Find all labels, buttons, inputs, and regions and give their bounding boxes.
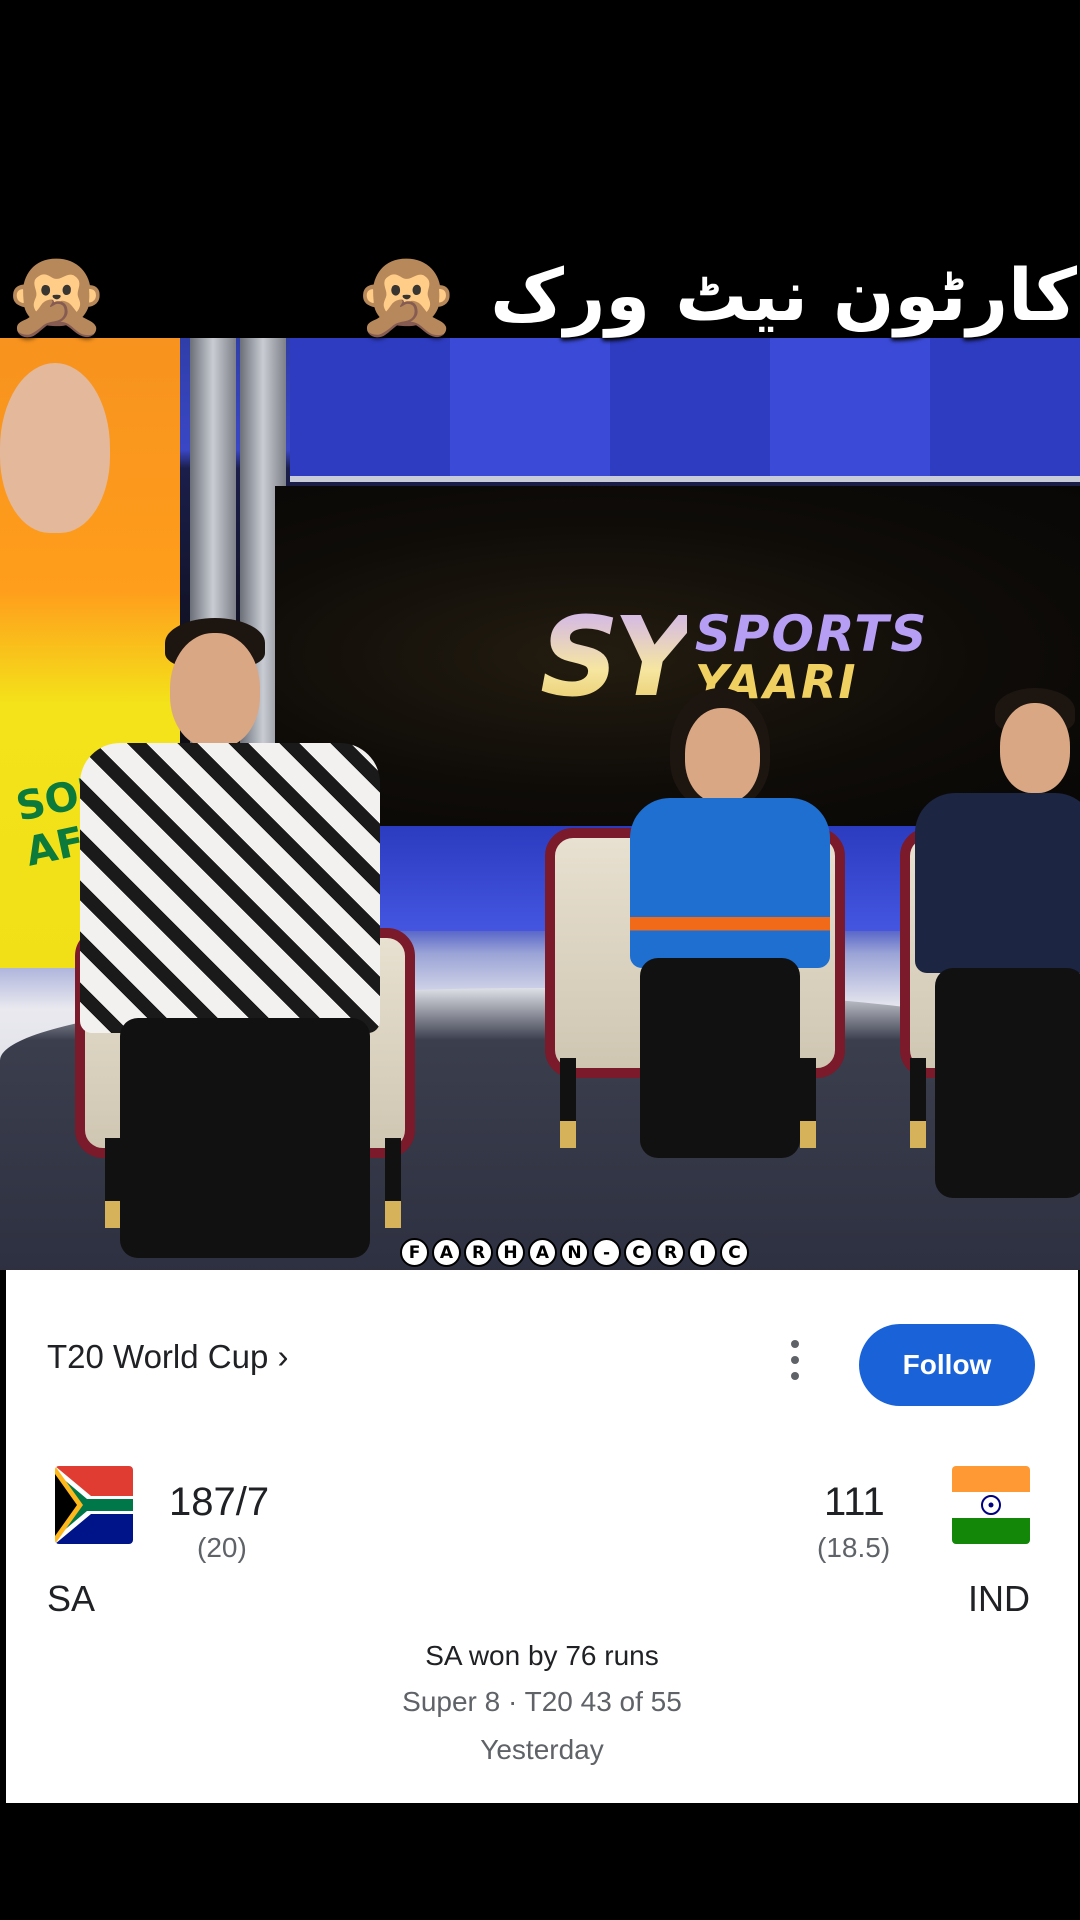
watermark-letter: - [592, 1238, 621, 1267]
watermark-letter: A [432, 1238, 461, 1267]
away-team: IND [968, 1578, 1030, 1619]
chair-leg [560, 1058, 576, 1148]
home-team: SA [47, 1578, 96, 1619]
away-score: 111 [824, 1480, 885, 1524]
chair-leg [910, 1058, 926, 1148]
more-options-icon[interactable] [783, 1340, 807, 1380]
video-frame[interactable]: SY SPORTS YAARI SOUTH AFR F [0, 338, 1080, 1270]
watermark-letter: A [528, 1238, 557, 1267]
logo-word-sports: SPORTS [694, 605, 929, 663]
watermark-letter: H [496, 1238, 525, 1267]
chair-leg [105, 1138, 121, 1228]
watermark-letter: C [720, 1238, 749, 1267]
see-no-evil-monkey-icon: 🙊 [3, 245, 111, 345]
caption-text: کارٹون نیٹ ورک [490, 253, 1077, 337]
watermark-letter: R [464, 1238, 493, 1267]
tournament-link[interactable]: T20 World Cup › [47, 1338, 288, 1376]
watermark-letter: C [624, 1238, 653, 1267]
chair-leg [385, 1138, 401, 1228]
follow-button[interactable]: Follow [859, 1324, 1035, 1406]
logo-monogram: SY [540, 593, 693, 721]
away-overs: (18.5) [817, 1532, 891, 1563]
home-overs: (20) [197, 1532, 247, 1563]
match-date: Yesterday [480, 1734, 604, 1765]
match-result: SA won by 76 runs [425, 1640, 659, 1671]
watermark-letter: R [656, 1238, 685, 1267]
laughing-tears-icon: 😂 [238, 245, 340, 345]
match-score-card: T20 World Cup › Follow 187/7 (20) SA 111… [6, 1270, 1078, 1803]
studio-backdrop [290, 338, 1080, 482]
channel-watermark: F A R H A N - C R I C [400, 1238, 749, 1267]
chair-leg [800, 1058, 816, 1148]
south-africa-flag-icon [55, 1466, 133, 1544]
video-caption: 🙊 😂 😂 🙊 کارٹون نیٹ ورک [0, 240, 1080, 350]
home-score: 187/7 [169, 1480, 270, 1524]
watermark-letter: N [560, 1238, 589, 1267]
watermark-letter: I [688, 1238, 717, 1267]
see-no-evil-monkey-icon: 🙊 [353, 245, 461, 345]
india-flag-icon [952, 1466, 1030, 1544]
watermark-letter: F [400, 1238, 429, 1267]
laughing-tears-icon: 😂 [124, 245, 225, 345]
player-face [0, 363, 110, 533]
match-stage: Super 8 · T20 43 of 55 [402, 1686, 682, 1717]
